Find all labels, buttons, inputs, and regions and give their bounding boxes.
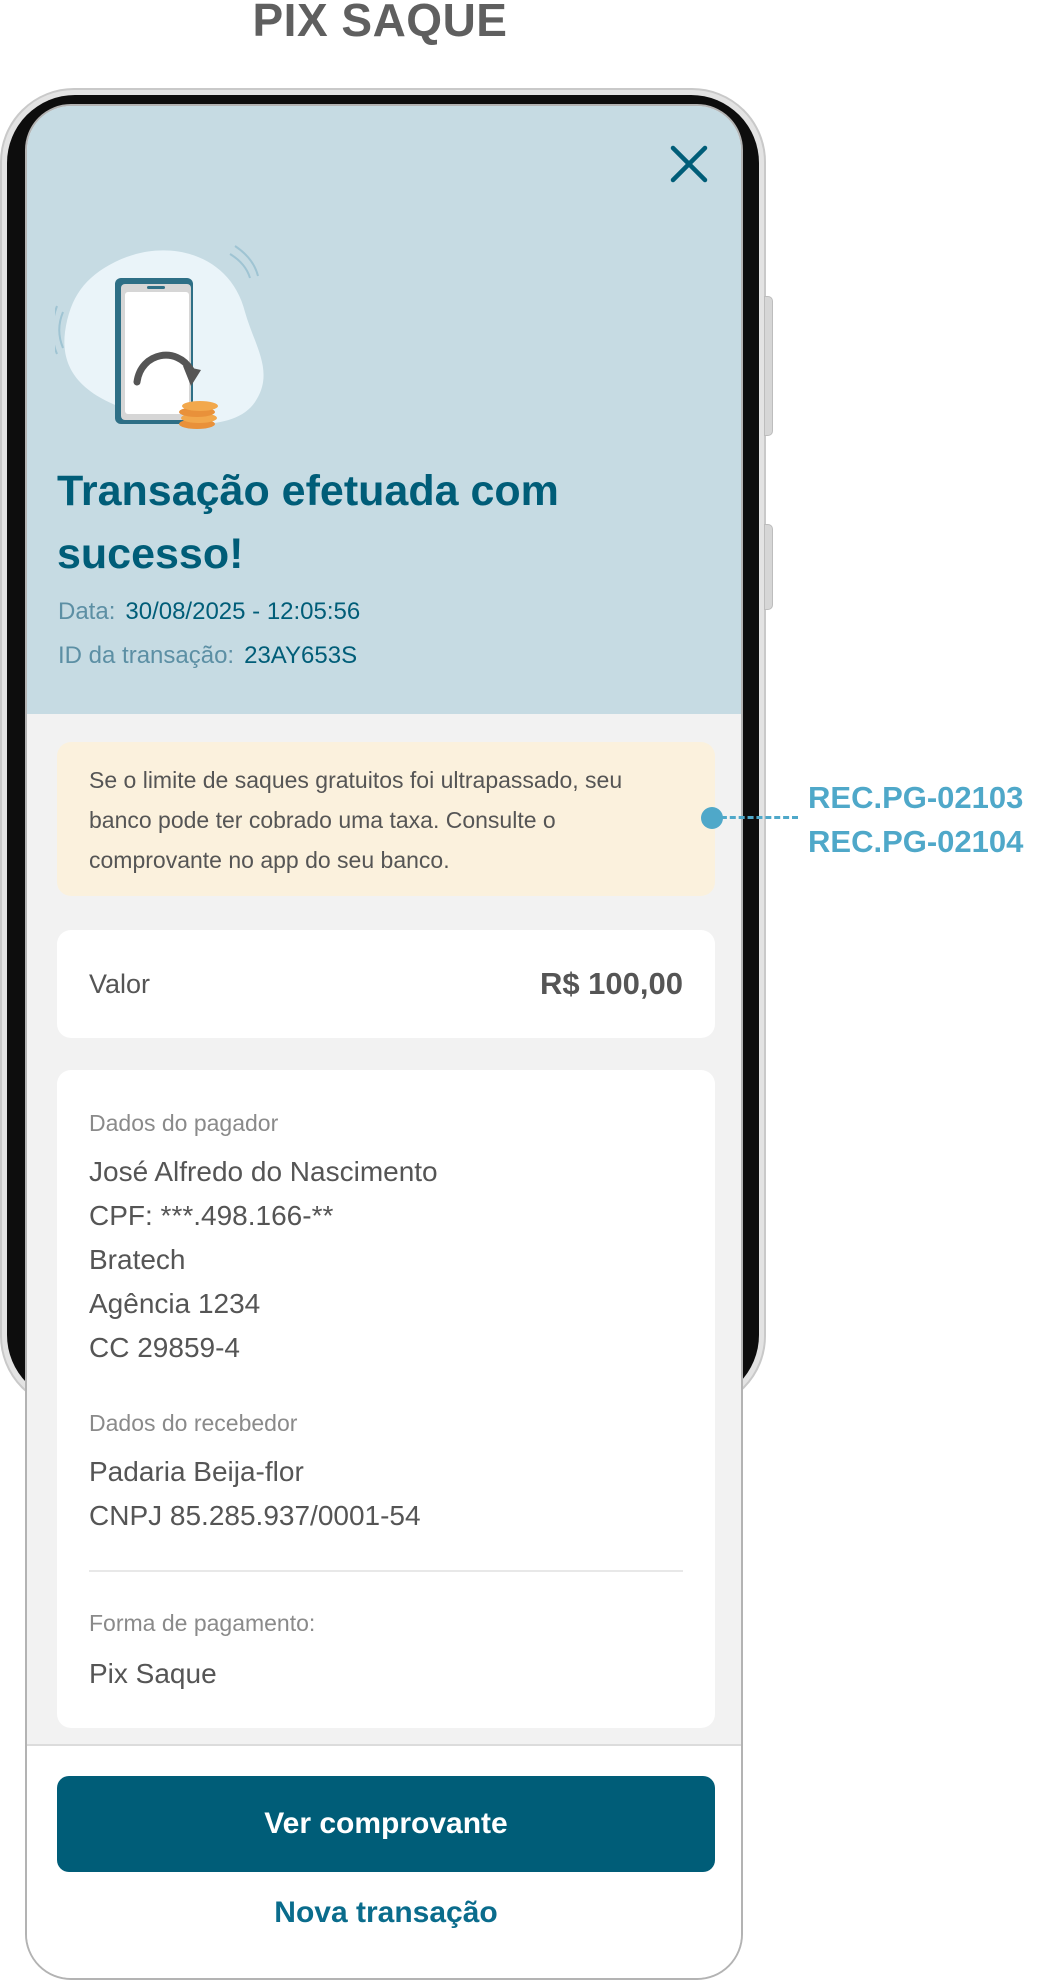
payment-method-value: Pix Saque — [89, 1658, 217, 1689]
transaction-details-card: Dados do pagador José Alfredo do Nascime… — [57, 1070, 715, 1728]
value-label: Valor — [89, 968, 151, 999]
payer-cpf: CPF: ***.498.166-** — [89, 1200, 334, 1231]
annotation-codes: REC.PG-02103 REC.PG-02104 — [808, 776, 1023, 864]
fee-notice: Se o limite de saques gratuitos foi ultr… — [57, 742, 715, 896]
receiver-cnpj: CNPJ 85.285.937/0001-54 — [89, 1500, 421, 1531]
value-card: Valor R$ 100,00 — [57, 930, 715, 1038]
success-title: Transação efetuada com sucesso! — [57, 467, 559, 578]
phone-side-button-power — [764, 296, 773, 436]
payer-bank: Bratech — [89, 1244, 186, 1275]
receiver-name: Padaria Beija-flor — [89, 1456, 304, 1487]
value-amount: R$ 100,00 — [539, 966, 683, 1001]
annotation-code: REC.PG-02104 — [808, 824, 1024, 859]
transaction-id-value: 23AY653S — [244, 642, 358, 669]
close-button[interactable] — [663, 138, 715, 190]
action-footer: Ver comprovante Nova transação — [27, 1744, 741, 1978]
payer-agency: Agência 1234 — [89, 1288, 261, 1319]
date-value: 30/08/2025 - 12:05:56 — [125, 598, 361, 625]
divider — [89, 1570, 683, 1572]
success-header: Transação efetuada com sucesso! Data: 30/… — [27, 106, 741, 714]
view-receipt-button[interactable]: Ver comprovante — [57, 1776, 715, 1872]
payer-account: CC 29859-4 — [89, 1332, 240, 1363]
close-icon — [670, 145, 708, 183]
new-transaction-link[interactable]: Nova transação — [57, 1888, 715, 1938]
transaction-date: Data: 30/08/2025 - 12:05:56 — [58, 598, 360, 626]
annotation-connector — [712, 816, 798, 819]
page-title: PIX SAQUE — [252, 0, 508, 46]
app-screen: Transação efetuada com sucesso! Data: 30/… — [25, 104, 743, 1980]
receiver-details: Padaria Beija-flor CNPJ 85.285.937/0001-… — [89, 1450, 421, 1538]
transaction-id-label: ID da transação: — [58, 642, 235, 669]
transaction-id: ID da transação: 23AY653S — [58, 642, 357, 670]
payer-name: José Alfredo do Nascimento — [89, 1156, 438, 1187]
phone-side-button-volume — [764, 524, 773, 610]
payer-details: José Alfredo do Nascimento CPF: ***.498.… — [89, 1150, 438, 1370]
phone-withdraw-coins-icon — [55, 245, 264, 429]
annotation-code: REC.PG-02103 — [808, 780, 1024, 815]
date-label: Data: — [58, 598, 116, 625]
payment-method-label: Forma de pagamento: — [89, 1610, 316, 1636]
payer-section-label: Dados do pagador — [89, 1110, 279, 1136]
receiver-section-label: Dados do recebedor — [89, 1410, 298, 1436]
